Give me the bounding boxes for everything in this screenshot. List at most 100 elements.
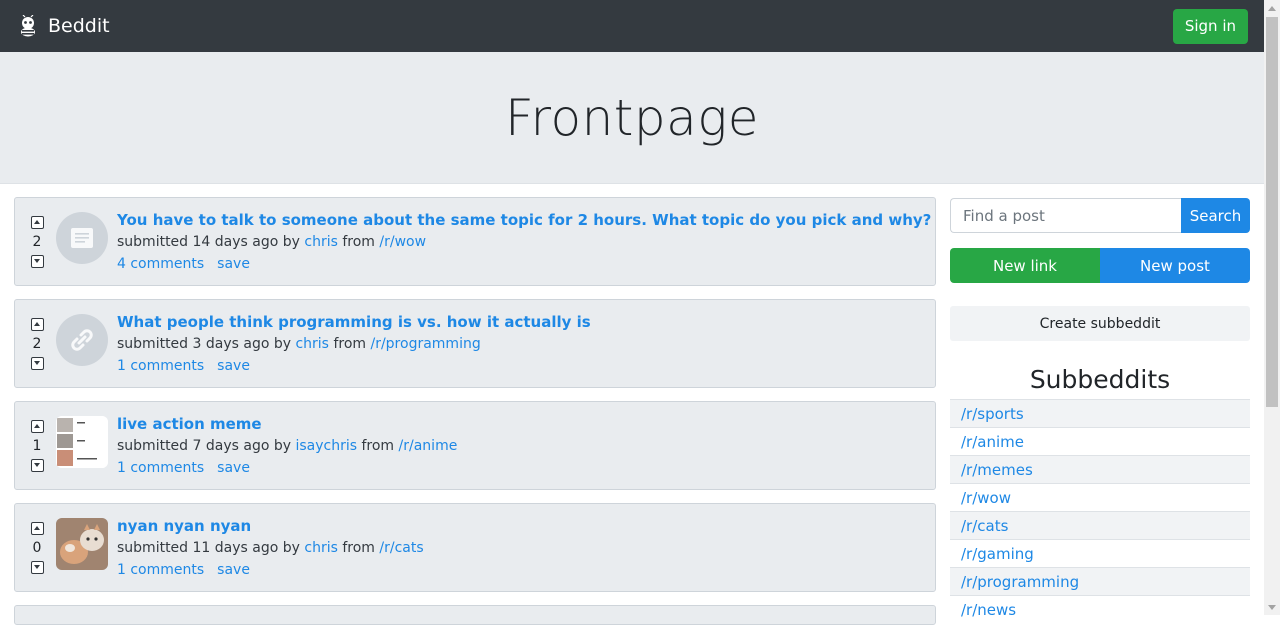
submitted-text: submitted 7 days ago by — [117, 438, 292, 454]
submitted-text: submitted 14 days ago by — [117, 234, 300, 250]
brand-name: Beddit — [48, 15, 110, 37]
comments-link[interactable]: 1 comments — [117, 358, 204, 374]
subbeddit-list: /r/sports /r/anime /r/memes /r/wow /r/ca… — [950, 399, 1250, 623]
subbeddit-item: /r/gaming — [950, 539, 1250, 567]
save-link[interactable]: save — [217, 256, 250, 272]
post-body: What people think programming is vs. how… — [117, 312, 925, 377]
page-title: Frontpage — [504, 88, 760, 147]
post-item: 2 What people think programming is vs. h… — [14, 299, 936, 388]
comments-link[interactable]: 4 comments — [117, 256, 204, 272]
subbeddit-link-sports[interactable]: /r/sports — [961, 405, 1024, 423]
subbeddit-link-news[interactable]: /r/news — [961, 601, 1016, 619]
post-item: 2 You have to talk to someone about the … — [14, 197, 936, 286]
brand-link[interactable]: Beddit — [18, 15, 110, 37]
post-actions: 1 comments save — [117, 355, 925, 377]
post-title[interactable]: live action meme — [117, 414, 925, 434]
search-input[interactable] — [950, 198, 1181, 233]
subbeddit-link-wow[interactable]: /r/wow — [961, 489, 1011, 507]
post-actions: 4 comments save — [117, 253, 925, 275]
post-item: 1 live action meme submitted 7 days ago … — [14, 401, 936, 490]
from-text: from — [361, 438, 395, 454]
post-score: 1 — [32, 438, 42, 454]
subbeddit-link-anime[interactable]: /r/anime — [961, 433, 1024, 451]
from-text: from — [342, 234, 375, 250]
subbeddits-heading: Subbeddits — [1029, 365, 1171, 394]
vote-controls: 0 — [29, 522, 45, 574]
meme-image-thumbnail[interactable] — [56, 416, 108, 468]
author-link[interactable]: chris — [295, 336, 329, 352]
post-score: 2 — [32, 234, 42, 250]
page-header: Frontpage — [0, 52, 1264, 184]
search-form: Search — [950, 198, 1250, 233]
post-meta: submitted 3 days ago by chris from /r/pr… — [117, 333, 925, 355]
cat-photo-thumbnail[interactable] — [56, 518, 108, 570]
link-icon[interactable] — [56, 314, 108, 366]
new-buttons: New link New post — [950, 248, 1250, 283]
search-button[interactable]: Search — [1181, 198, 1250, 233]
text-post-icon[interactable] — [56, 212, 108, 264]
from-text: from — [342, 540, 375, 556]
upvote-icon[interactable] — [30, 216, 44, 229]
subbeddit-item: /r/cats — [950, 511, 1250, 539]
scroll-up-arrow-icon[interactable] — [1264, 0, 1280, 16]
downvote-icon[interactable] — [30, 255, 44, 268]
subbeddit-link-programming[interactable]: /r/programming — [961, 573, 1079, 591]
subbeddit-link-memes[interactable]: /r/memes — [961, 461, 1033, 479]
post-body: live action meme submitted 7 days ago by… — [117, 414, 925, 479]
new-post-button[interactable]: New post — [1100, 248, 1250, 283]
page-scrollbar[interactable] — [1264, 0, 1280, 615]
author-link[interactable]: isaychris — [295, 438, 357, 454]
sidebar: Search New link New post Create subbeddi… — [950, 198, 1250, 623]
subbeddit-item: /r/programming — [950, 567, 1250, 595]
scrollbar-thumb[interactable] — [1266, 17, 1278, 407]
author-link[interactable]: chris — [304, 234, 338, 250]
subbeddit-link-gaming[interactable]: /r/gaming — [961, 545, 1034, 563]
post-body: You have to talk to someone about the sa… — [117, 210, 931, 275]
subbeddit-item: /r/memes — [950, 455, 1250, 483]
subbeddit-link-cats[interactable]: /r/cats — [961, 517, 1008, 535]
save-link[interactable]: save — [217, 562, 250, 578]
subbeddit-item: /r/sports — [950, 399, 1250, 427]
post-meta: submitted 7 days ago by isaychris from /… — [117, 435, 925, 457]
post-title[interactable]: nyan nyan nyan — [117, 516, 925, 536]
subreddit-link[interactable]: /r/cats — [379, 540, 423, 556]
submitted-text: submitted 3 days ago by — [117, 336, 292, 352]
post-title[interactable]: You have to talk to someone about the sa… — [117, 210, 931, 230]
vote-controls: 2 — [29, 318, 45, 370]
subbeddit-item: /r/anime — [950, 427, 1250, 455]
subreddit-link[interactable]: /r/wow — [379, 234, 426, 250]
subbeddit-item: /r/wow — [950, 483, 1250, 511]
create-subbeddit-button[interactable]: Create subbeddit — [950, 306, 1250, 341]
subreddit-link[interactable]: /r/anime — [399, 438, 458, 454]
upvote-icon[interactable] — [30, 318, 44, 331]
post-item: 0 nyan nyan nyan submitted 11 days ago b… — [14, 503, 936, 592]
from-text: from — [333, 336, 367, 352]
save-link[interactable]: save — [217, 358, 250, 374]
new-link-button[interactable]: New link — [950, 248, 1100, 283]
subbeddit-item: /r/news — [950, 595, 1250, 623]
vote-controls: 1 — [29, 420, 45, 472]
bee-mascot-icon — [21, 15, 35, 37]
post-score: 2 — [32, 336, 42, 352]
post-list: 2 You have to talk to someone about the … — [14, 197, 936, 638]
sign-in-button[interactable]: Sign in — [1172, 8, 1248, 44]
scroll-down-arrow-icon[interactable] — [1264, 599, 1280, 615]
post-score: 0 — [32, 540, 42, 556]
comments-link[interactable]: 1 comments — [117, 460, 204, 476]
post-item-partial — [14, 605, 936, 625]
submitted-text: submitted 11 days ago by — [117, 540, 300, 556]
comments-link[interactable]: 1 comments — [117, 562, 204, 578]
upvote-icon[interactable] — [30, 522, 44, 535]
post-meta: submitted 14 days ago by chris from /r/w… — [117, 231, 925, 253]
save-link[interactable]: save — [217, 460, 250, 476]
subreddit-link[interactable]: /r/programming — [370, 336, 480, 352]
navbar: Beddit Sign in — [0, 0, 1264, 52]
post-body: nyan nyan nyan submitted 11 days ago by … — [117, 516, 925, 581]
vote-controls: 2 — [29, 216, 45, 268]
post-title[interactable]: What people think programming is vs. how… — [117, 312, 925, 332]
downvote-icon[interactable] — [30, 357, 44, 370]
downvote-icon[interactable] — [30, 561, 44, 574]
downvote-icon[interactable] — [30, 459, 44, 472]
upvote-icon[interactable] — [30, 420, 44, 433]
author-link[interactable]: chris — [304, 540, 338, 556]
